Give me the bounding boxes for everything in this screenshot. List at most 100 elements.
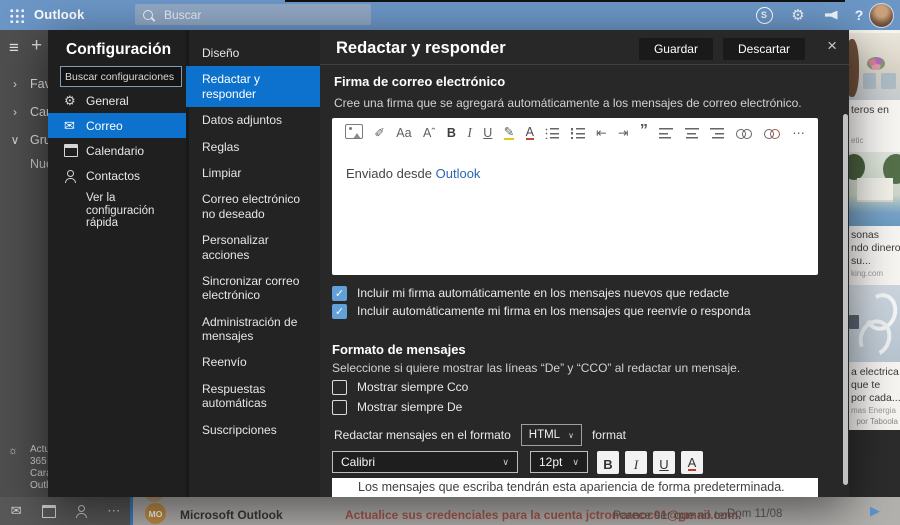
message-snippet: Parece ser que no ten...: [613, 508, 741, 522]
signature-description: Cree una firma que se agregará automátic…: [334, 96, 802, 110]
settings-gear-icon[interactable]: ⚙: [787, 0, 809, 30]
mail-module-icon[interactable]: ✉: [0, 503, 33, 519]
settings-nav-general[interactable]: ⚙ General: [48, 88, 186, 113]
option-show-cco: Mostrar siempre Cco: [332, 378, 468, 396]
section-administracion[interactable]: Administración de mensajes: [186, 309, 320, 350]
section-redactar[interactable]: Redactar y responder: [186, 66, 320, 107]
settings-nav-contactos[interactable]: Contactos: [48, 163, 186, 188]
align-left-icon[interactable]: [659, 125, 673, 139]
user-avatar[interactable]: [869, 3, 894, 28]
quick-settings-link[interactable]: Ver la configuración rápida: [86, 192, 178, 230]
section-no-deseado[interactable]: Correo electrónico no deseado: [186, 186, 320, 227]
save-button[interactable]: Guardar: [639, 38, 713, 60]
more-modules-icon[interactable]: ⋯: [98, 503, 131, 519]
divider: [320, 64, 849, 65]
search-icon: [143, 10, 153, 20]
font-family-dropdown[interactable]: Calibri ∨: [332, 451, 518, 473]
search-input[interactable]: [162, 7, 363, 23]
bullet-list-icon[interactable]: [545, 125, 559, 139]
module-switcher-bar: ✉ ⋯: [0, 497, 130, 525]
panel-scrollbar[interactable]: [843, 114, 848, 485]
section-personalizar[interactable]: Personalizar acciones: [186, 227, 320, 268]
format-description: Seleccione si quiere mostrar las líneas …: [332, 361, 740, 375]
whats-new-icon[interactable]: [820, 0, 842, 30]
default-bold-button[interactable]: B: [597, 451, 619, 474]
checkbox-checked[interactable]: ✓: [332, 304, 347, 319]
close-icon[interactable]: ×: [827, 36, 837, 56]
font-name-icon[interactable]: Aa: [396, 125, 411, 139]
unlink-icon[interactable]: [764, 125, 781, 139]
align-center-icon[interactable]: [685, 125, 699, 139]
font-size-dropdown[interactable]: 12pt ∨: [530, 451, 588, 473]
mail-sections-nav: Diseño Redactar y responder Datos adjunt…: [186, 30, 320, 497]
outdent-icon[interactable]: ⇤: [596, 125, 606, 139]
chevron-down-icon: ∨: [502, 457, 509, 468]
section-reglas[interactable]: Reglas: [186, 134, 320, 160]
section-suscripciones[interactable]: Suscripciones: [186, 417, 320, 443]
taboola-attribution[interactable]: por Taboola: [856, 417, 898, 426]
chevron-right-icon[interactable]: ›: [0, 105, 30, 119]
checkbox-unchecked[interactable]: [332, 380, 347, 395]
help-icon[interactable]: ?: [849, 0, 869, 30]
link-icon[interactable]: [736, 125, 753, 139]
more-options-icon[interactable]: ⋯: [792, 125, 805, 139]
chevron-down-icon[interactable]: ∨: [0, 133, 30, 147]
ad-image[interactable]: [849, 33, 900, 100]
hamburger-icon[interactable]: ≡: [9, 38, 19, 58]
indent-icon[interactable]: ⇥: [618, 125, 628, 139]
message-row[interactable]: MO Microsoft Outlook Actualice sus crede…: [130, 497, 900, 525]
section-diseno[interactable]: Diseño: [186, 40, 320, 66]
font-color-icon[interactable]: A: [526, 124, 534, 140]
people-module-icon[interactable]: [65, 505, 98, 517]
quote-icon[interactable]: ”: [640, 125, 648, 139]
app-launcher-icon[interactable]: [9, 8, 24, 23]
highlight-icon[interactable]: ✎: [504, 124, 514, 140]
section-respuestas[interactable]: Respuestas automáticas: [186, 376, 320, 417]
settings-title: Configuración: [66, 41, 171, 59]
settings-nav-correo[interactable]: ✉ Correo: [48, 113, 186, 138]
align-right-icon[interactable]: [710, 125, 724, 139]
section-sincronizar[interactable]: Sincronizar correo electrónico: [186, 268, 320, 309]
section-reenvio[interactable]: Reenvío: [186, 349, 320, 375]
section-datos-adjuntos[interactable]: Datos adjuntos: [186, 107, 320, 133]
default-underline-button[interactable]: U: [653, 451, 675, 474]
chevron-right-icon[interactable]: ›: [0, 77, 30, 91]
chevron-down-icon: ∨: [568, 431, 574, 440]
ad-image[interactable]: [849, 285, 900, 362]
calendar-module-icon[interactable]: [33, 505, 66, 518]
option-include-new: ✓ Incluir mi firma automáticamente en lo…: [332, 284, 729, 302]
settings-nav: Configuración ⚙ General ✉ Correo Calenda…: [48, 30, 186, 497]
settings-nav-calendario[interactable]: Calendario: [48, 138, 186, 163]
underline-icon[interactable]: U: [483, 125, 492, 139]
bold-icon[interactable]: B: [447, 125, 456, 139]
format-dropdown[interactable]: HTML ∨: [521, 424, 582, 446]
insert-image-icon[interactable]: [345, 125, 363, 139]
signature-link[interactable]: Outlook: [436, 166, 481, 181]
gear-icon: ⚙: [64, 93, 86, 109]
people-icon: [64, 170, 86, 182]
reading-pane-dimmed: [849, 430, 900, 497]
section-limpiar[interactable]: Limpiar: [186, 160, 320, 186]
settings-dialog: Configuración ⚙ General ✉ Correo Calenda…: [48, 30, 849, 497]
signature-editor[interactable]: ✐ Aa Aˆ B I U ✎ A ⇤ ⇥ ” ⋯ E: [332, 118, 818, 275]
format-heading: Formato de mensajes: [332, 342, 466, 357]
new-item-icon[interactable]: +: [31, 35, 42, 57]
checkbox-checked[interactable]: ✓: [332, 286, 347, 301]
default-italic-button[interactable]: I: [625, 451, 647, 474]
font-size-icon[interactable]: Aˆ: [423, 125, 436, 139]
ad-image[interactable]: [849, 152, 900, 226]
signature-body[interactable]: Enviado desde Outlook: [346, 166, 480, 181]
window-edge: [285, 0, 845, 2]
play-icon[interactable]: ▶: [870, 503, 880, 519]
discard-button[interactable]: Descartar: [723, 38, 805, 60]
sender-name: Microsoft Outlook: [180, 508, 283, 522]
global-search[interactable]: [135, 4, 371, 25]
selection-indicator: [130, 497, 133, 525]
numbered-list-icon[interactable]: [571, 125, 585, 139]
skype-icon[interactable]: S: [753, 0, 775, 30]
checkbox-unchecked[interactable]: [332, 400, 347, 415]
settings-search-input[interactable]: [60, 66, 182, 87]
format-painter-icon[interactable]: ✐: [374, 125, 384, 139]
italic-icon[interactable]: I: [467, 125, 472, 139]
default-font-color-button[interactable]: A: [681, 451, 703, 474]
